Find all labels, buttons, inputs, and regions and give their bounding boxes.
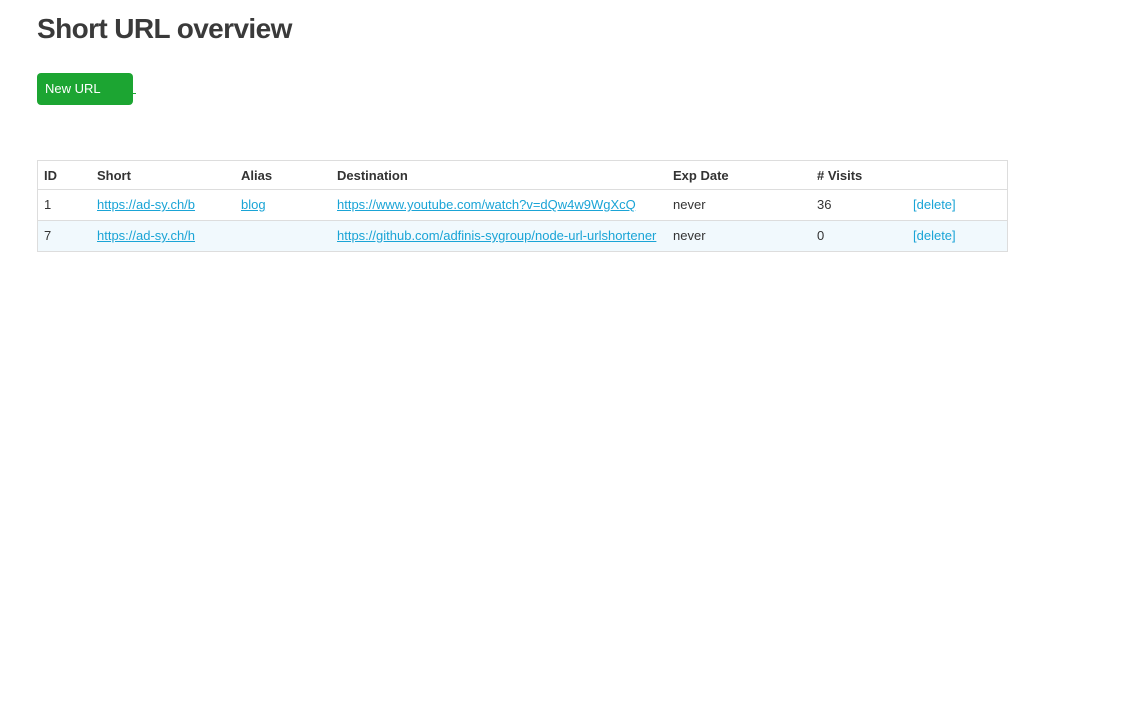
alias-link[interactable]: blog (241, 197, 266, 212)
cell-exp-date: never (667, 220, 811, 252)
button-link-underline (133, 93, 136, 94)
cell-destination: https://www.youtube.com/watch?v=dQw4w9Wg… (331, 189, 667, 221)
page-title: Short URL overview (37, 13, 292, 44)
table-row: 1 https://ad-sy.ch/b blog https://www.yo… (37, 189, 1008, 221)
header-actions (907, 160, 1008, 190)
header-id: ID (37, 160, 91, 190)
page: Short URL overview New URL ID Short Alia… (0, 0, 1145, 704)
table-header-row: ID Short Alias Destination Exp Date # Vi… (37, 160, 1008, 190)
url-table: ID Short Alias Destination Exp Date # Vi… (37, 160, 1008, 252)
cell-id: 1 (37, 189, 91, 221)
cell-exp-date: never (667, 189, 811, 221)
cell-actions: [delete] (907, 220, 1008, 252)
short-url-link[interactable]: https://ad-sy.ch/b (97, 197, 195, 212)
cell-id: 7 (37, 220, 91, 252)
destination-link[interactable]: https://www.youtube.com/watch?v=dQw4w9Wg… (337, 197, 636, 212)
new-url-button-label: New URL (45, 81, 101, 96)
header-destination: Destination (331, 160, 667, 190)
cell-actions: [delete] (907, 189, 1008, 221)
cell-alias: blog (235, 189, 331, 221)
delete-link[interactable]: [delete] (913, 228, 956, 243)
new-url-button[interactable]: New URL (37, 73, 136, 105)
cell-destination: https://github.com/adfinis-sygroup/node-… (331, 220, 667, 252)
header-exp-date: Exp Date (667, 160, 811, 190)
cell-short: https://ad-sy.ch/h (91, 220, 235, 252)
header-alias: Alias (235, 160, 331, 190)
table-row: 7 https://ad-sy.ch/h https://github.com/… (37, 220, 1008, 252)
cell-visits: 36 (811, 189, 907, 221)
destination-link[interactable]: https://github.com/adfinis-sygroup/node-… (337, 228, 656, 243)
delete-link[interactable]: [delete] (913, 197, 956, 212)
cell-alias (235, 220, 331, 252)
short-url-link[interactable]: https://ad-sy.ch/h (97, 228, 195, 243)
cell-short: https://ad-sy.ch/b (91, 189, 235, 221)
cell-visits: 0 (811, 220, 907, 252)
header-visits: # Visits (811, 160, 907, 190)
header-short: Short (91, 160, 235, 190)
